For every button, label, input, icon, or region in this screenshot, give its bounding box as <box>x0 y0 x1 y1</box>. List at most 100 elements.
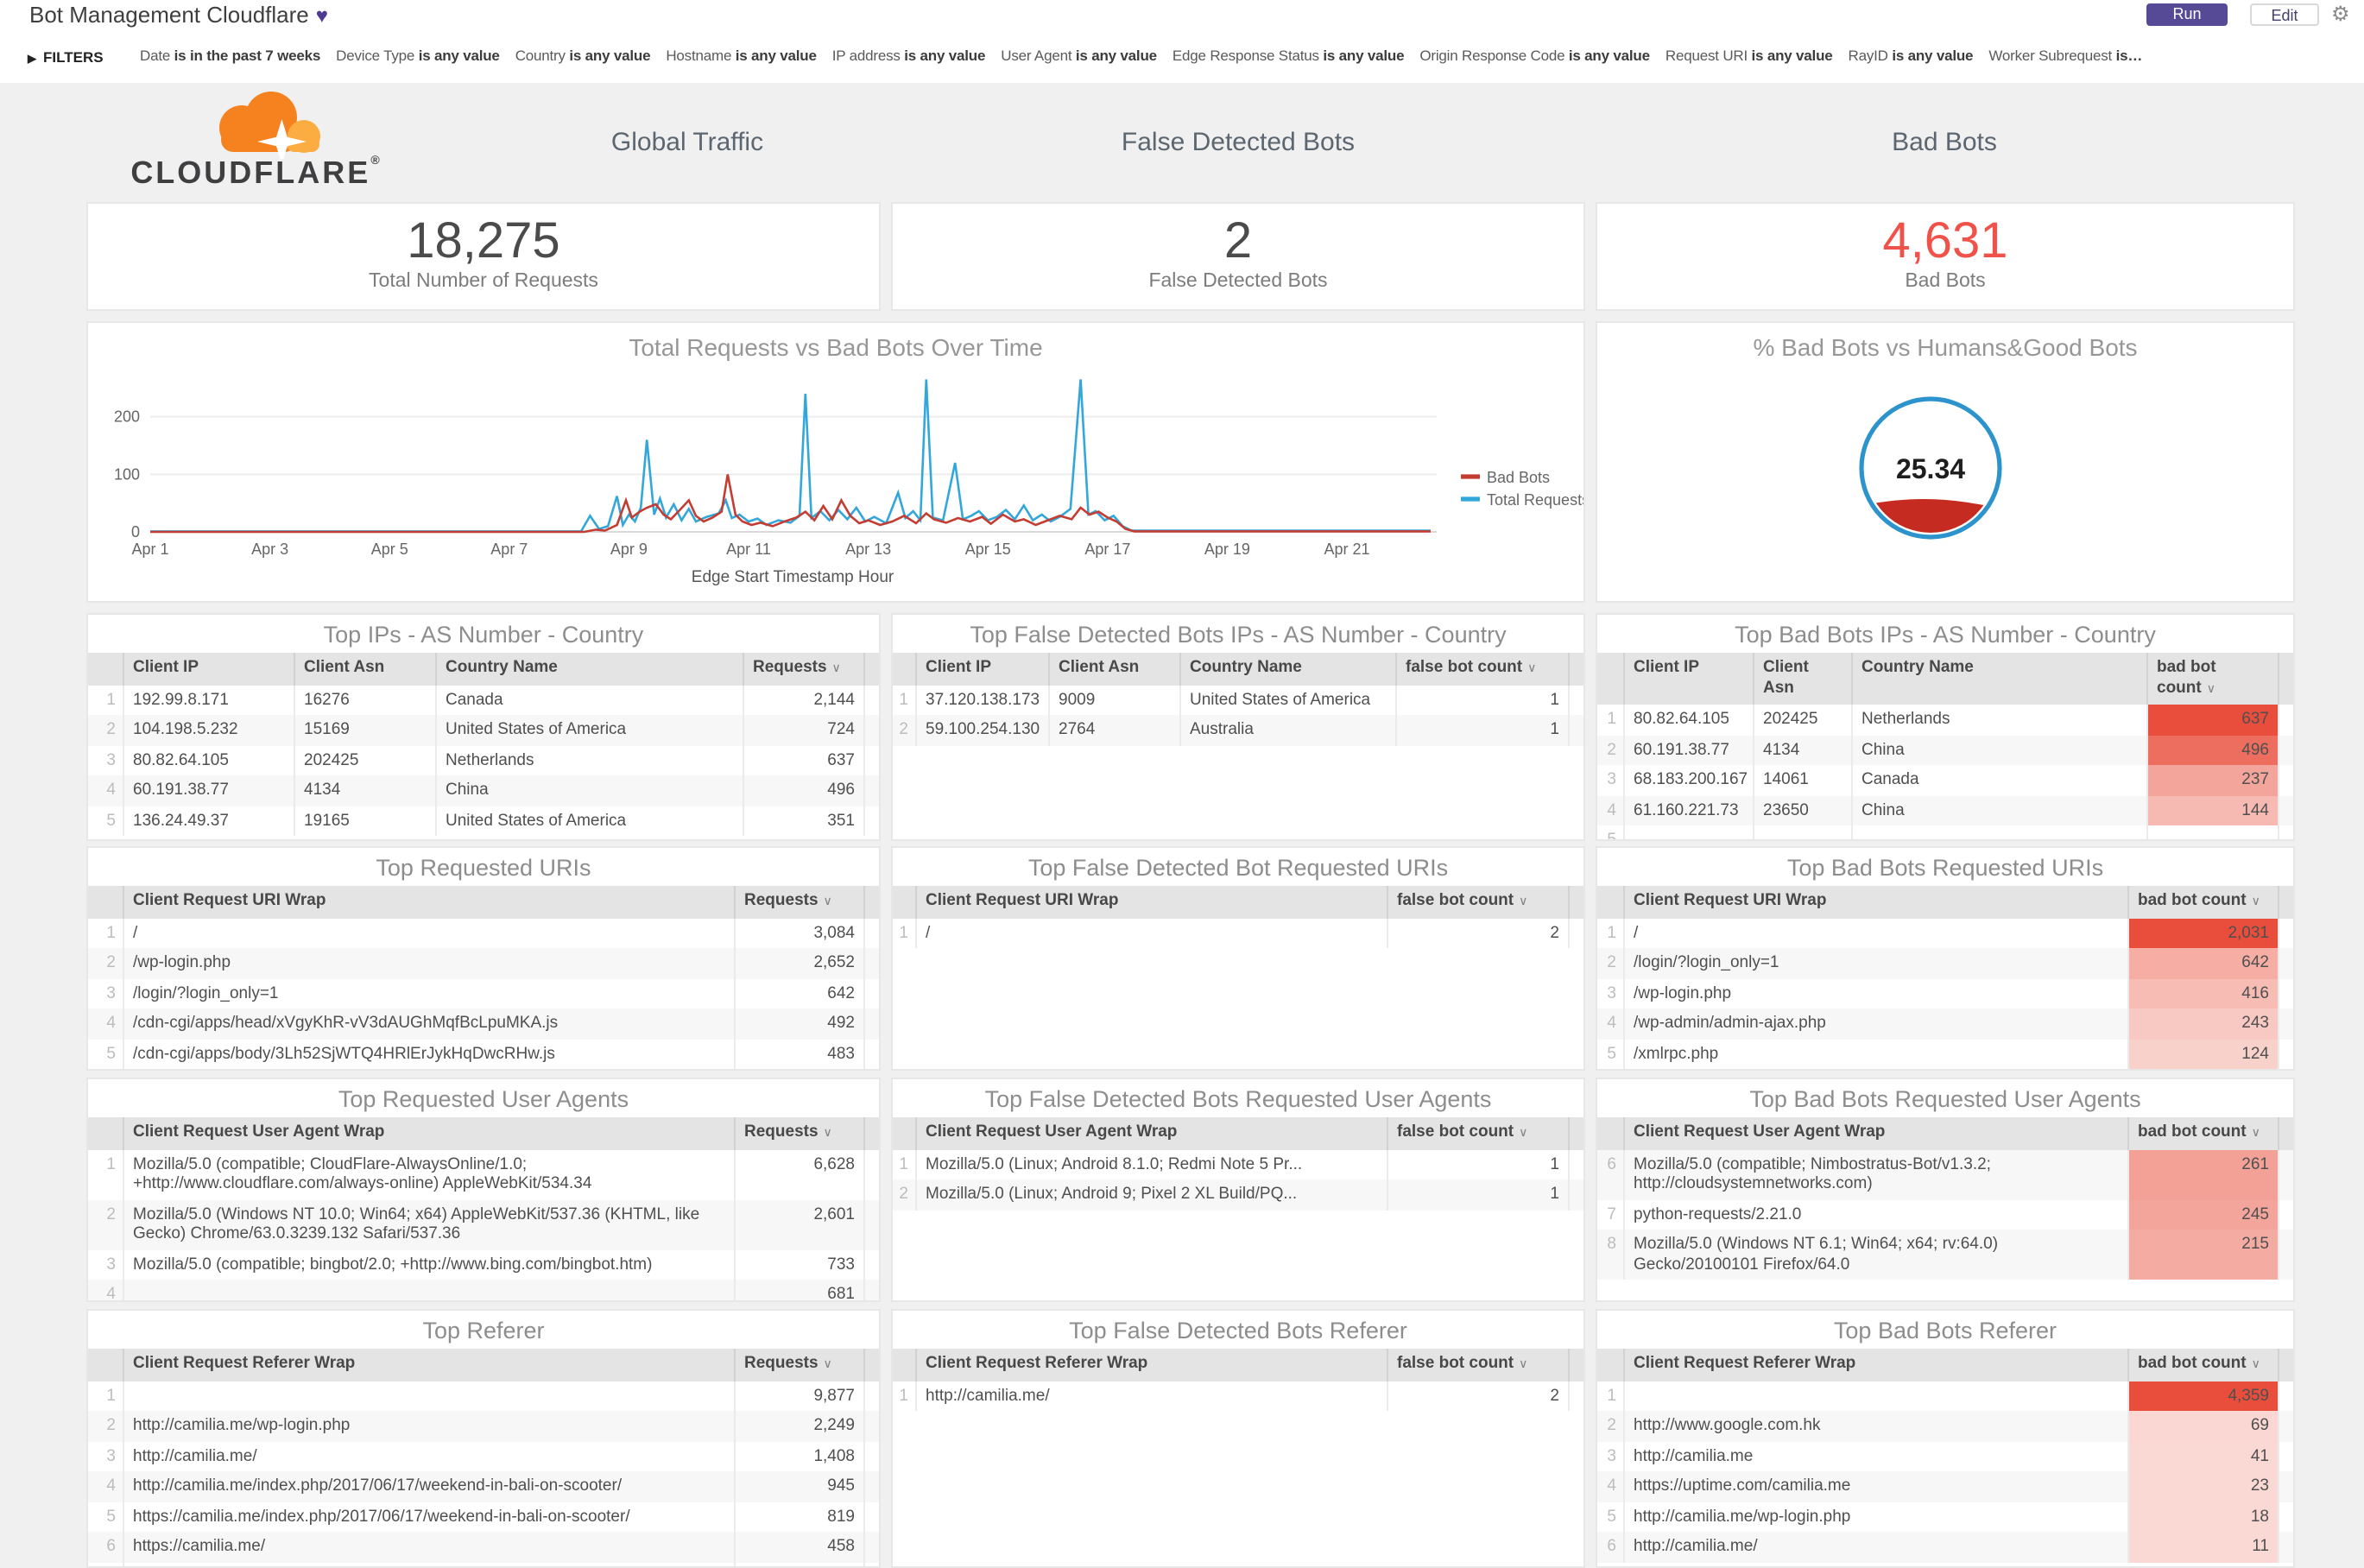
table-row[interactable]: 1 Mozilla/5.0 (compatible; CloudFlare-Alw… <box>88 1149 879 1199</box>
column-header[interactable]: Client Request URI Wrap <box>124 886 736 918</box>
filter-item[interactable]: Country is any value <box>515 47 651 64</box>
gauge-tile: % Bad Bots vs Humans&Good Bots 25.34 <box>1596 321 2295 603</box>
filter-item[interactable]: Hostname is any value <box>666 47 817 64</box>
table-row[interactable]: 6 Mozilla/5.0 (compatible; Nimbostratus-B… <box>1597 1149 2293 1199</box>
column-header[interactable]: Client Request User Agent Wrap <box>917 1117 1388 1149</box>
table-row[interactable]: 4/wp-admin/admin-ajax.php 243 <box>1597 1008 2293 1039</box>
table-row[interactable]: 1 4,359 <box>1597 1381 2293 1411</box>
filter-item[interactable]: Worker Subrequest is… <box>1988 47 2142 64</box>
column-header[interactable]: Client Asn <box>295 653 437 685</box>
cell: /xmlrpc.php <box>1625 1039 2129 1069</box>
table-row[interactable]: 3 http://camilia.me 41 <box>1597 1441 2293 1471</box>
filter-item[interactable]: Origin Response Code is any value <box>1419 47 1650 64</box>
table-row[interactable]: 7http://camilia.me/index.php/2017/05/14/… <box>88 1562 879 1566</box>
edit-button[interactable]: Edit <box>2250 3 2319 26</box>
table-row[interactable]: 1/2 <box>893 918 1583 948</box>
table-row[interactable]: 8 Mozilla/5.0 (Windows NT 6.1; Win64; x64… <box>1597 1230 2293 1280</box>
table-row[interactable]: 5 http://camilia.me/wp-login.php 18 <box>1597 1502 2293 1532</box>
filter-item[interactable]: Edge Response Status is any value <box>1173 47 1405 64</box>
table-row[interactable]: 6 https://camilia.me/458 <box>88 1532 879 1562</box>
row-number: 2 <box>1597 735 1625 765</box>
column-header[interactable]: Client Request User Agent Wrap <box>1625 1117 2129 1149</box>
column-header[interactable]: Country Name <box>437 653 744 685</box>
column-header[interactable]: false bot count ∨ <box>1397 653 1570 685</box>
table-row[interactable]: 3 http://camilia.me/1,408 <box>88 1441 879 1471</box>
column-header[interactable]: Requests ∨ <box>744 653 865 685</box>
settings-gear-icon[interactable]: ⚙ <box>2331 2 2350 26</box>
filter-item[interactable]: Date is in the past 7 weeks <box>140 47 320 64</box>
table-row[interactable]: 2 Mozilla/5.0 (Linux; Android 9; Pixel 2 … <box>893 1179 1583 1210</box>
table-row[interactable]: 4 61.160.221.73 23650 China 144 <box>1597 795 2293 825</box>
table-row[interactable]: 2 60.191.38.77 4134 China 496 <box>1597 735 2293 765</box>
run-button[interactable]: Run <box>2146 3 2228 26</box>
column-header[interactable]: Client IP <box>124 653 295 685</box>
sort-desc-icon: ∨ <box>2206 683 2215 695</box>
column-header[interactable]: bad bot count ∨ <box>2129 1117 2279 1149</box>
table-row[interactable]: 3/login/?login_only=1 642 <box>88 978 879 1008</box>
filter-item[interactable]: IP address is any value <box>832 47 986 64</box>
table-row[interactable]: 4 681 <box>88 1280 879 1300</box>
table-row[interactable]: 1 192.99.8.171 16276 Canada 2,144 <box>88 685 879 715</box>
column-header[interactable]: Client Asn <box>1754 653 1853 705</box>
column-header[interactable]: bad bot count ∨ <box>2148 653 2279 705</box>
column-header[interactable]: Client IP <box>1625 653 1754 705</box>
table-row[interactable]: 1/2,031 <box>1597 918 2293 948</box>
filter-item[interactable]: User Agent is any value <box>1001 47 1157 64</box>
table-row[interactable]: 5 136.24.49.37 19165 United States of Ameri… <box>88 806 879 836</box>
column-header[interactable]: Client Request URI Wrap <box>1625 886 2129 918</box>
table-row[interactable]: 3/wp-login.php 416 <box>1597 978 2293 1008</box>
column-header[interactable]: bad bot count ∨ <box>2129 1349 2279 1381</box>
column-header[interactable]: Client Asn <box>1050 653 1181 685</box>
filter-item[interactable]: Device Type is any value <box>336 47 500 64</box>
column-header[interactable]: Client IP <box>917 653 1050 685</box>
table-row[interactable]: 2 59.100.254.130 2764 Australia 1 <box>893 715 1583 745</box>
column-header[interactable]: Client Request User Agent Wrap <box>124 1117 736 1149</box>
filter-item[interactable]: Request URI is any value <box>1666 47 1833 64</box>
column-header[interactable]: Client Request Referer Wrap <box>124 1349 736 1381</box>
filters-toggle[interactable]: ▶ FILTERS <box>28 48 104 66</box>
column-header[interactable]: Requests ∨ <box>736 886 865 918</box>
table-row[interactable]: 4 60.191.38.77 4134 China 496 <box>88 775 879 806</box>
filter-item[interactable]: RayID is any value <box>1849 47 1974 64</box>
table-row[interactable]: 1 http://camilia.me/2 <box>893 1381 1583 1411</box>
column-header[interactable]: Country Name <box>1181 653 1397 685</box>
column-header[interactable]: false bot count ∨ <box>1388 886 1570 918</box>
table-row[interactable]: 7 python-requests/2.21.0 245 <box>1597 1199 2293 1230</box>
table-row[interactable]: 2 Mozilla/5.0 (Windows NT 10.0; Win64; x6… <box>88 1199 879 1249</box>
table-row[interactable]: 3 80.82.64.105 202425 Netherlands 637 <box>88 745 879 775</box>
table-row[interactable]: 3 68.183.200.167 14061 Canada 237 <box>1597 765 2293 795</box>
column-header[interactable]: Requests ∨ <box>736 1117 865 1149</box>
column-header[interactable]: Client Request Referer Wrap <box>917 1349 1388 1381</box>
cell: 23 <box>2129 1471 2279 1502</box>
table-row[interactable]: 5 <box>1597 825 2293 839</box>
table-row[interactable]: 2 http://camilia.me/wp-login.php 2,249 <box>88 1411 879 1441</box>
column-header[interactable]: Client Request URI Wrap <box>917 886 1388 918</box>
table-row[interactable]: 4 https://uptime.com/camilia.me 23 <box>1597 1471 2293 1502</box>
cell: /login/?login_only=1 <box>1625 948 2129 978</box>
cell: 192.99.8.171 <box>124 685 295 715</box>
column-header[interactable]: bad bot count ∨ <box>2129 886 2279 918</box>
column-header[interactable]: Requests ∨ <box>736 1349 865 1381</box>
table-row[interactable]: 2/wp-login.php 2,652 <box>88 948 879 978</box>
table-row[interactable]: 5/cdn-cgi/apps/body/3Lh52SjWTQ4HRlErJykH… <box>88 1039 879 1069</box>
table-row[interactable]: 1 9,877 <box>88 1381 879 1411</box>
table-row[interactable]: 3 Mozilla/5.0 (compatible; bingbot/2.0; +… <box>88 1249 879 1280</box>
table-row[interactable]: 1 80.82.64.105 202425 Netherlands 637 <box>1597 705 2293 735</box>
table-row[interactable]: 1 37.120.138.173 9009 United States of Amer… <box>893 685 1583 715</box>
cell: United States of America <box>1181 685 1397 715</box>
table-row[interactable]: 5/xmlrpc.php 124 <box>1597 1039 2293 1069</box>
column-header[interactable]: false bot count ∨ <box>1388 1117 1570 1149</box>
table-row[interactable]: 6 http://camilia.me/11 <box>1597 1532 2293 1562</box>
table-row[interactable]: 2 http://www.google.com.hk 69 <box>1597 1411 2293 1441</box>
table-row[interactable]: 1/3,084 <box>88 918 879 948</box>
table-row[interactable]: 5 https://camilia.me/index.php/2017/06/17… <box>88 1502 879 1532</box>
table-row[interactable]: 2 104.198.5.232 15169 United States of Amer… <box>88 715 879 745</box>
column-header[interactable]: Client Request Referer Wrap <box>1625 1349 2129 1381</box>
row-number: 1 <box>893 685 917 715</box>
column-header[interactable]: false bot count ∨ <box>1388 1349 1570 1381</box>
table-row[interactable]: 2/login/?login_only=1 642 <box>1597 948 2293 978</box>
table-row[interactable]: 4 http://camilia.me/index.php/2017/06/17/… <box>88 1471 879 1502</box>
column-header[interactable]: Country Name <box>1853 653 2148 705</box>
table-row[interactable]: 1 Mozilla/5.0 (Linux; Android 8.1.0; Redm… <box>893 1149 1583 1179</box>
table-row[interactable]: 4/cdn-cgi/apps/head/xVgyKhR-vV3dAUGhMqfB… <box>88 1008 879 1039</box>
